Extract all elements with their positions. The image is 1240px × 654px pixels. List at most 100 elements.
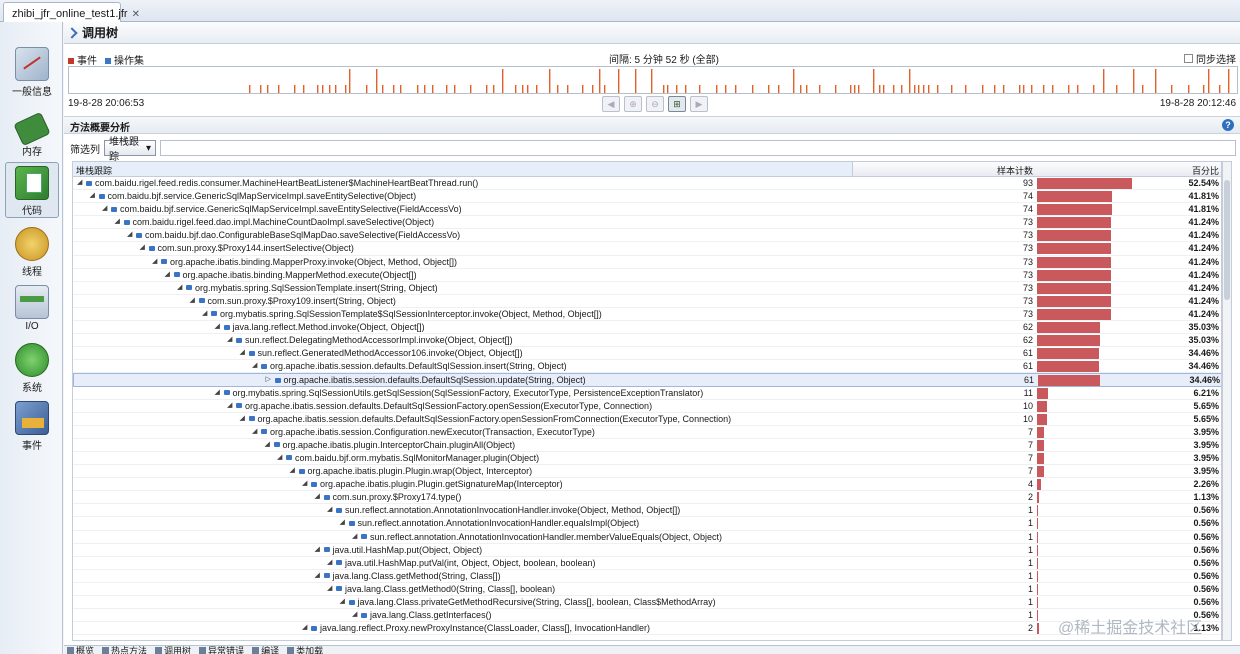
table-row[interactable]: ◢ java.lang.reflect.Method.invoke(Object,… bbox=[73, 321, 1221, 335]
table-row[interactable]: ◢ org.apache.ibatis.session.Configuration… bbox=[73, 426, 1221, 439]
collapse-icon[interactable]: ◢ bbox=[302, 480, 308, 487]
table-row[interactable]: ◢ org.mybatis.spring.SqlSessionTemplate.i… bbox=[73, 282, 1221, 295]
collapse-icon[interactable]: ◢ bbox=[252, 428, 258, 435]
collapse-icon[interactable]: ◢ bbox=[340, 519, 346, 526]
table-row[interactable]: ◢ com.baidu.bjf.dao.ConfigurableBaseSqlMa… bbox=[73, 229, 1221, 243]
collapse-icon[interactable]: ◢ bbox=[127, 231, 133, 238]
legend-operations[interactable]: 操作集 bbox=[105, 52, 144, 67]
zoom-in-button[interactable]: ⊕ bbox=[624, 96, 642, 112]
collapse-icon[interactable]: ◢ bbox=[140, 244, 146, 251]
table-row[interactable]: ◢ sun.reflect.annotation.AnnotationInvoca… bbox=[73, 531, 1221, 544]
pan-right-button[interactable]: ▶ bbox=[690, 96, 708, 112]
bottom-tab[interactable]: 类加载 bbox=[287, 646, 323, 654]
help-icon[interactable]: ? bbox=[1222, 119, 1234, 131]
sidebar-item-events[interactable]: 事件 bbox=[5, 398, 59, 454]
sidebar-item-io[interactable]: I/O bbox=[5, 282, 59, 338]
table-row[interactable]: ◢ sun.reflect.annotation.AnnotationInvoca… bbox=[73, 517, 1221, 531]
sidebar-item-threads[interactable]: 线程 bbox=[5, 224, 59, 280]
table-row[interactable]: ◢ org.apache.ibatis.session.defaults.Defa… bbox=[73, 360, 1221, 374]
table-row[interactable]: ▷ org.apache.ibatis.session.defaults.Defa… bbox=[73, 373, 1221, 387]
collapse-icon[interactable]: ◢ bbox=[315, 546, 321, 553]
collapse-icon[interactable]: ◢ bbox=[302, 624, 308, 631]
vertical-scrollbar[interactable] bbox=[1222, 161, 1232, 641]
collapse-icon[interactable]: ◢ bbox=[165, 271, 171, 278]
sidebar-item-general[interactable]: 一般信息 bbox=[5, 44, 59, 100]
table-row[interactable]: ◢ com.baidu.bjf.service.GenericSqlMapServ… bbox=[73, 203, 1221, 217]
scrollbar-thumb[interactable] bbox=[1224, 180, 1230, 300]
collapse-icon[interactable]: ◢ bbox=[190, 297, 196, 304]
bottom-tab[interactable]: 热点方法 bbox=[102, 646, 147, 654]
table-row[interactable]: ◢ org.apache.ibatis.binding.MapperProxy.i… bbox=[73, 256, 1221, 269]
table-row[interactable]: ◢ org.mybatis.spring.SqlSessionTemplate$S… bbox=[73, 308, 1221, 322]
collapse-icon[interactable]: ◢ bbox=[352, 533, 358, 540]
table-row[interactable]: ◢ com.sun.proxy.$Proxy109.insert(String, … bbox=[73, 295, 1221, 308]
table-row[interactable]: ◢ com.baidu.rigel.feed.redis.consumer.Mac… bbox=[73, 177, 1221, 191]
table-row[interactable]: ◢ org.apache.ibatis.plugin.Plugin.wrap(Ob… bbox=[73, 465, 1221, 479]
collapse-icon[interactable]: ◢ bbox=[265, 441, 271, 448]
collapse-icon[interactable]: ◢ bbox=[327, 559, 333, 566]
table-row[interactable]: ◢ java.lang.Class.privateGetMethodRecursi… bbox=[73, 596, 1221, 610]
collapse-icon[interactable]: ◢ bbox=[215, 323, 221, 330]
table-row[interactable]: ◢ org.apache.ibatis.plugin.Plugin.getSign… bbox=[73, 478, 1221, 492]
table-row[interactable]: ◢ com.baidu.bjf.orm.mybatis.SqlMonitorMan… bbox=[73, 452, 1221, 466]
editor-tab[interactable]: zhibi_jfr_online_test1.jfr ✕ bbox=[3, 2, 140, 22]
sidebar-item-system[interactable]: 系统 bbox=[5, 340, 59, 396]
sync-selection[interactable]: 同步选择 bbox=[1184, 51, 1236, 66]
collapse-icon[interactable]: ◢ bbox=[90, 192, 96, 199]
collapse-icon[interactable]: ◢ bbox=[227, 336, 233, 343]
collapse-icon[interactable]: ◢ bbox=[315, 572, 321, 579]
zoom-out-button[interactable]: ⊖ bbox=[646, 96, 664, 112]
table-row[interactable]: ◢ org.apache.ibatis.binding.MapperMethod.… bbox=[73, 269, 1221, 282]
collapse-icon[interactable]: ◢ bbox=[77, 179, 83, 186]
table-row[interactable]: ◢ sun.reflect.DelegatingMethodAccessorImp… bbox=[73, 334, 1221, 348]
close-icon[interactable]: ✕ bbox=[132, 9, 140, 20]
collapse-icon[interactable]: ◢ bbox=[240, 349, 246, 356]
legend-events[interactable]: 事件 bbox=[68, 52, 97, 67]
column-header-count[interactable]: 样本计数 bbox=[973, 164, 1033, 177]
collapse-icon[interactable]: ◢ bbox=[115, 218, 121, 225]
collapse-icon[interactable]: ◢ bbox=[177, 284, 183, 291]
table-row[interactable]: ◢ java.lang.reflect.Proxy.newProxyInstanc… bbox=[73, 622, 1221, 636]
bottom-tab[interactable]: 概览 bbox=[67, 646, 94, 654]
timeline-chart[interactable] bbox=[68, 66, 1238, 94]
filter-input[interactable] bbox=[160, 140, 1236, 156]
collapse-icon[interactable]: ◢ bbox=[327, 506, 333, 513]
collapse-icon[interactable]: ◢ bbox=[252, 362, 258, 369]
table-row[interactable]: ◢ java.util.HashMap.put(Object, Object) 1 0… bbox=[73, 544, 1221, 557]
collapse-icon[interactable]: ◢ bbox=[215, 389, 221, 396]
collapse-icon[interactable]: ◢ bbox=[327, 585, 333, 592]
sidebar-item-code[interactable]: 代码 bbox=[5, 162, 59, 218]
table-row[interactable]: ◢ org.apache.ibatis.plugin.InterceptorCha… bbox=[73, 439, 1221, 452]
sidebar-item-memory[interactable]: 内存 bbox=[5, 109, 59, 165]
collapse-icon[interactable]: ◢ bbox=[352, 611, 358, 618]
zoom-fit-button[interactable]: ⊞ bbox=[668, 96, 686, 112]
collapse-icon[interactable]: ◢ bbox=[227, 402, 233, 409]
expand-icon[interactable]: ▷ bbox=[266, 376, 272, 383]
bottom-tab[interactable]: 调用树 bbox=[155, 646, 191, 654]
table-row[interactable]: ◢ java.lang.Class.getMethod0(String, Clas… bbox=[73, 583, 1221, 596]
table-row[interactable]: ◢ com.baidu.bjf.service.GenericSqlMapServ… bbox=[73, 190, 1221, 204]
column-header-percent[interactable]: 百分比 bbox=[1153, 164, 1219, 177]
bottom-tab[interactable]: 异常错误 bbox=[199, 646, 244, 654]
table-row[interactable]: ◢ org.mybatis.spring.SqlSessionUtils.getS… bbox=[73, 387, 1221, 400]
bottom-tab[interactable]: 编译 bbox=[252, 646, 279, 654]
collapse-icon[interactable]: ◢ bbox=[152, 258, 158, 265]
table-row[interactable]: ◢ java.lang.Class.getMethod(String, Class… bbox=[73, 570, 1221, 583]
table-row[interactable]: ◢ sun.reflect.annotation.AnnotationInvoca… bbox=[73, 504, 1221, 518]
table-row[interactable]: ◢ com.sun.proxy.$Proxy144.insertSelective… bbox=[73, 242, 1221, 256]
table-row[interactable]: ◢ org.apache.ibatis.session.defaults.Defa… bbox=[73, 400, 1221, 413]
collapse-icon[interactable]: ◢ bbox=[102, 205, 108, 212]
collapse-icon[interactable]: ◢ bbox=[240, 415, 246, 422]
pan-left-button[interactable]: ◀ bbox=[602, 96, 620, 112]
table-row[interactable]: ◢ java.util.HashMap.putVal(int, Object, O… bbox=[73, 557, 1221, 570]
collapse-icon[interactable]: ◢ bbox=[290, 467, 296, 474]
filter-column-select[interactable]: 堆栈跟踪 ▾ bbox=[104, 137, 156, 163]
collapse-icon[interactable]: ◢ bbox=[202, 310, 208, 317]
collapse-icon[interactable]: ◢ bbox=[277, 454, 283, 461]
table-row[interactable]: ◢ org.apache.ibatis.session.defaults.Defa… bbox=[73, 413, 1221, 426]
table-row[interactable]: ◢ com.sun.proxy.$Proxy174.type() 2 1.13% bbox=[73, 491, 1221, 505]
sync-checkbox[interactable] bbox=[1184, 54, 1193, 63]
collapse-icon[interactable]: ◢ bbox=[340, 598, 346, 605]
table-row[interactable]: ◢ java.lang.Class.getInterfaces() 1 0.56% bbox=[73, 609, 1221, 623]
column-header-stack[interactable]: 堆栈跟踪 bbox=[73, 162, 853, 176]
